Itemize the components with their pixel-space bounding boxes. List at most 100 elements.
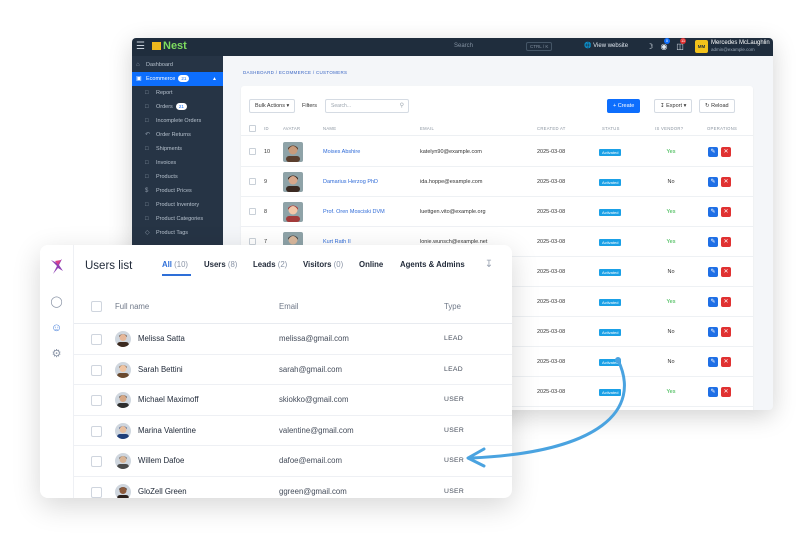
- edit-button[interactable]: ✎: [708, 207, 718, 217]
- count-badge: 21: [175, 103, 187, 110]
- edit-button[interactable]: ✎: [708, 237, 718, 247]
- bird-logo-icon[interactable]: [49, 258, 65, 275]
- table-row[interactable]: 10 Moises Abshire katelyn90@example.com 202…: [241, 137, 753, 167]
- select-all-checkbox[interactable]: [249, 125, 256, 132]
- sidebar-item-product-tags[interactable]: ◇ Product Tags: [132, 226, 223, 240]
- user-avatar: [115, 361, 131, 378]
- customer-name-link[interactable]: Moises Abshire: [323, 137, 360, 167]
- table-row[interactable]: Michael Maximoff skiokko@gmail.com USER: [74, 385, 512, 416]
- sidebar-item-incomplete-orders[interactable]: □ Incomplete Orders: [132, 114, 223, 128]
- chat-icon[interactable]: ◯: [48, 294, 65, 311]
- sidebar-item-dashboard[interactable]: ⌂ Dashboard: [132, 58, 223, 72]
- download-icon[interactable]: ↧: [483, 258, 495, 272]
- create-button[interactable]: + Create: [607, 99, 641, 113]
- filters-button[interactable]: Filters: [302, 100, 317, 112]
- row-checkbox[interactable]: [91, 364, 102, 376]
- sidebar-item-invoices[interactable]: □ Invoices: [132, 156, 223, 170]
- col-id[interactable]: ID: [264, 122, 269, 136]
- col-status[interactable]: STATUS: [602, 122, 620, 136]
- tab-leads[interactable]: Leads (2): [253, 259, 287, 271]
- sidebar-item-ecommerce[interactable]: ▣ Ecommerce 21 ▲: [132, 72, 223, 86]
- sidebar-item-product-prices[interactable]: $ Product Prices: [132, 184, 223, 198]
- col-email[interactable]: Email: [279, 289, 299, 324]
- row-checkbox[interactable]: [91, 334, 102, 345]
- brand-logo[interactable]: Nest: [152, 40, 187, 53]
- col-avatar: AVATAR: [283, 126, 301, 131]
- delete-button[interactable]: ✕: [721, 237, 731, 247]
- row-checkbox[interactable]: [91, 456, 102, 468]
- user-full-name[interactable]: Willem Dafoe: [138, 446, 184, 476]
- row-checkbox[interactable]: [91, 425, 102, 437]
- export-button[interactable]: ↧ Export ▾: [654, 99, 693, 113]
- sidebar-item-orders[interactable]: □ Orders 21: [132, 100, 223, 114]
- customer-name-link[interactable]: Prof. Oren Mosciski DVM: [323, 197, 385, 227]
- user-full-name[interactable]: Marina Valentine: [138, 416, 196, 446]
- row-checkbox[interactable]: [91, 487, 102, 498]
- col-type[interactable]: Type: [444, 289, 461, 324]
- customer-search-input[interactable]: Search... ⚲: [325, 99, 409, 113]
- global-search[interactable]: Search: [454, 41, 576, 52]
- delete-button[interactable]: ✕: [721, 267, 731, 277]
- bulk-actions-button[interactable]: Bulk Actions ▾: [249, 99, 296, 113]
- row-checkbox[interactable]: [249, 238, 256, 245]
- edit-button[interactable]: ✎: [708, 327, 718, 337]
- reload-button[interactable]: ↻ Reload: [699, 99, 735, 113]
- row-checkbox[interactable]: [249, 178, 256, 185]
- edit-button[interactable]: ✎: [708, 297, 718, 307]
- table-row[interactable]: Marina Valentine valentine@gmail.com USER: [74, 416, 512, 447]
- delete-button[interactable]: ✕: [721, 147, 731, 157]
- edit-button[interactable]: ✎: [708, 387, 718, 397]
- admin-topbar: ☰ Nest Search CTRL / K 🌐 View website ☽ …: [132, 38, 773, 56]
- select-all-checkbox[interactable]: [91, 301, 102, 312]
- user-icon[interactable]: ☺: [48, 320, 65, 337]
- user-full-name[interactable]: Michael Maximoff: [138, 385, 199, 415]
- delete-button[interactable]: ✕: [721, 387, 731, 397]
- sidebar-item-product-inventory[interactable]: □ Product Inventory: [132, 198, 223, 212]
- tab-users[interactable]: Users (8): [204, 259, 237, 271]
- delete-button[interactable]: ✕: [721, 207, 731, 217]
- table-row[interactable]: 8 Prof. Oren Mosciski DVM luettgen.vito@ex…: [241, 197, 753, 227]
- tab-agents-admins[interactable]: Agents & Admins: [400, 259, 465, 271]
- row-checkbox[interactable]: [249, 208, 256, 215]
- user-full-name[interactable]: Sarah Bettini: [138, 355, 183, 385]
- row-checkbox[interactable]: [91, 395, 102, 407]
- sidebar-item-report[interactable]: □ Report: [132, 86, 223, 100]
- table-row[interactable]: Sarah Bettini sarah@gmail.com LEAD: [74, 355, 512, 386]
- tab-visitors[interactable]: Visitors (0): [303, 259, 343, 271]
- sidebar-item-shipments[interactable]: □ Shipments: [132, 142, 223, 156]
- col-is-vendor[interactable]: IS VENDOR?: [655, 122, 683, 136]
- dark-mode-icon[interactable]: ☽: [645, 42, 655, 52]
- col-created-at[interactable]: CREATED AT: [537, 122, 566, 136]
- col-name[interactable]: NAME: [323, 122, 336, 136]
- user-avatar: [115, 453, 131, 470]
- view-website-link[interactable]: 🌐 View website: [584, 41, 628, 52]
- table-row[interactable]: Willem Dafoe dafoe@email.com USER: [74, 446, 512, 477]
- edit-button[interactable]: ✎: [708, 147, 718, 157]
- user-full-name[interactable]: Melissa Satta: [138, 324, 185, 354]
- col-full-name[interactable]: Full name: [115, 289, 149, 324]
- customer-name-link[interactable]: Damarius Herzog PhD: [323, 167, 378, 197]
- delete-button[interactable]: ✕: [721, 327, 731, 337]
- table-row[interactable]: Melissa Satta melissa@gmail.com LEAD: [74, 324, 512, 355]
- menu-icon[interactable]: ☰: [136, 41, 145, 53]
- edit-button[interactable]: ✎: [708, 357, 718, 367]
- tab-online[interactable]: Online: [359, 259, 383, 271]
- trash-icon: ✕: [723, 299, 729, 305]
- delete-button[interactable]: ✕: [721, 357, 731, 367]
- col-email[interactable]: EMAIL: [420, 122, 434, 136]
- user-full-name[interactable]: GloZell Green: [138, 477, 187, 498]
- sidebar-item-order-returns[interactable]: ↶ Order Returns: [132, 128, 223, 142]
- tab-all[interactable]: All (10): [162, 259, 188, 271]
- table-row[interactable]: GloZell Green ggreen@gmail.com USER: [74, 477, 512, 498]
- table-row[interactable]: 9 Damarius Herzog PhD ida.hoppe@example.co…: [241, 167, 753, 197]
- gear-icon[interactable]: ⚙: [48, 346, 65, 363]
- delete-button[interactable]: ✕: [721, 177, 731, 187]
- breadcrumb[interactable]: DASHBOARD / ECOMMERCE / CUSTOMERS: [243, 70, 347, 75]
- row-checkbox[interactable]: [249, 148, 256, 155]
- delete-button[interactable]: ✕: [721, 297, 731, 307]
- sidebar-item-products[interactable]: □ Products: [132, 170, 223, 184]
- edit-button[interactable]: ✎: [708, 267, 718, 277]
- sidebar-item-product-categories[interactable]: □ Product Categories: [132, 212, 223, 226]
- user-avatar[interactable]: MM: [695, 40, 708, 53]
- edit-button[interactable]: ✎: [708, 177, 718, 187]
